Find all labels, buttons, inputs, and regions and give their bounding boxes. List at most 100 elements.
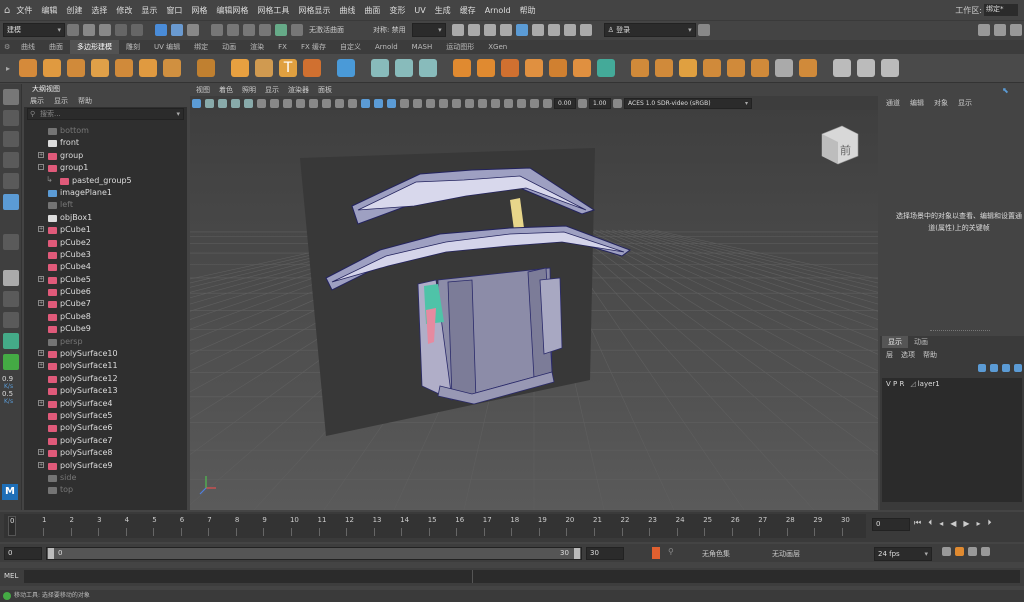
- gamma-field[interactable]: 1.00: [589, 97, 611, 109]
- channel-box-toggle-icon[interactable]: ⬉: [1002, 86, 1009, 95]
- menu-item[interactable]: 生成: [435, 5, 451, 16]
- expand-toggle-icon[interactable]: +: [38, 461, 44, 468]
- view-transform-icon[interactable]: [613, 98, 622, 108]
- menu-item[interactable]: 显示: [141, 5, 157, 16]
- menu-item[interactable]: 网格工具: [257, 5, 289, 16]
- workspace-dropdown[interactable]: 绑定*: [984, 4, 1018, 16]
- shelf-tab[interactable]: 雕刻: [119, 40, 147, 54]
- character-set-dropdown[interactable]: 无角色集: [692, 547, 762, 560]
- outliner-item[interactable]: imagePlane1: [24, 188, 184, 200]
- two-d-pan-icon[interactable]: [244, 98, 253, 108]
- viewport-menu-item[interactable]: 面板: [318, 85, 332, 95]
- menu-item[interactable]: 网格显示: [298, 5, 330, 16]
- mirror-icon[interactable]: [549, 59, 567, 77]
- expand-toggle-icon[interactable]: +: [38, 362, 44, 369]
- outliner-item[interactable]: persp: [24, 337, 184, 349]
- layer-editor-tab[interactable]: 动画: [908, 336, 934, 348]
- sound-icon[interactable]: [968, 547, 977, 556]
- layer-editor-menu-item[interactable]: 帮助: [923, 350, 937, 360]
- snap-point-icon[interactable]: [243, 24, 255, 36]
- expand-toggle-icon[interactable]: +: [38, 226, 44, 233]
- save-scene-icon[interactable]: [99, 24, 111, 36]
- xray-joints-icon[interactable]: [517, 98, 526, 108]
- shelf-tab[interactable]: 曲线: [14, 40, 42, 54]
- render-setup-icon[interactable]: [547, 24, 560, 36]
- panel-divider[interactable]: [930, 330, 990, 332]
- grid-toggle-icon[interactable]: [270, 98, 279, 108]
- outliner-item[interactable]: + pCube1: [24, 225, 184, 237]
- outliner-menu-item[interactable]: 展示: [30, 95, 44, 107]
- live-surface-field[interactable]: 无激活曲面: [309, 25, 363, 35]
- expand-toggle-icon[interactable]: +: [38, 449, 44, 456]
- outliner-item[interactable]: polySurface12: [24, 374, 184, 386]
- layout-two-view-icon[interactable]: [3, 291, 19, 307]
- outliner-item[interactable]: + polySurface10: [24, 349, 184, 361]
- range-slider-start-handle[interactable]: [48, 548, 54, 559]
- isolate-select-icon[interactable]: [491, 98, 500, 108]
- exposure-icon[interactable]: [543, 98, 552, 108]
- step-forward-key-icon[interactable]: ⏵: [988, 518, 992, 528]
- outliner-search-input[interactable]: ⚲ 搜索... ▾: [27, 108, 184, 120]
- anti-aliasing-icon[interactable]: [465, 98, 474, 108]
- menu-item[interactable]: 创建: [66, 5, 82, 16]
- snap-plane-icon[interactable]: [259, 24, 271, 36]
- expand-toggle-icon[interactable]: +: [38, 350, 44, 357]
- move-tool-icon[interactable]: [3, 152, 19, 168]
- shelf-tab[interactable]: UV 编辑: [147, 40, 187, 54]
- grid-icon[interactable]: [337, 59, 355, 77]
- sweep-mesh-icon[interactable]: [255, 59, 273, 77]
- lights-icon[interactable]: [413, 98, 422, 108]
- outliner-item[interactable]: + pCube5: [24, 275, 184, 287]
- center-pivot-icon[interactable]: [857, 59, 875, 77]
- outliner-item[interactable]: top: [24, 485, 184, 497]
- shelf-tab[interactable]: 绑定: [187, 40, 215, 54]
- single-view-icon[interactable]: [3, 234, 19, 250]
- shelf-menu-icon[interactable]: ▸: [6, 64, 16, 73]
- outliner-item[interactable]: objBox1: [24, 213, 184, 225]
- shelf-tab[interactable]: MASH: [405, 40, 440, 54]
- redo-icon[interactable]: [131, 24, 143, 36]
- type-tool-icon[interactable]: T: [279, 59, 297, 77]
- menu-item[interactable]: 帮助: [520, 5, 536, 16]
- wireframe-icon[interactable]: [361, 98, 370, 108]
- move-layer-down-icon[interactable]: [990, 364, 998, 372]
- outliner-menu-item[interactable]: 显示: [54, 95, 68, 107]
- counter-icon[interactable]: [419, 59, 437, 77]
- paint-select-icon[interactable]: [3, 131, 19, 147]
- cache-playback-icon[interactable]: [955, 547, 964, 556]
- outliner-item[interactable]: + pCube7: [24, 299, 184, 311]
- expand-toggle-icon[interactable]: -: [38, 164, 44, 171]
- render-view-icon[interactable]: [451, 24, 464, 36]
- loop-icon[interactable]: [942, 547, 951, 556]
- freeze-transform-icon[interactable]: [833, 59, 851, 77]
- shelf-tab[interactable]: 多边形建模: [70, 40, 119, 54]
- viewport-menu-item[interactable]: 渲染器: [288, 85, 309, 95]
- viewport-menu-item[interactable]: 照明: [242, 85, 256, 95]
- menu-item[interactable]: Arnold: [485, 6, 511, 15]
- mel-input[interactable]: [24, 570, 1020, 583]
- layout-four-view-icon[interactable]: [3, 270, 19, 286]
- undo-icon[interactable]: [115, 24, 127, 36]
- paint-effects-icon[interactable]: [3, 333, 19, 349]
- outliner-item[interactable]: pCube9: [24, 324, 184, 336]
- symmetry-field[interactable]: 对称: 禁用: [373, 25, 406, 35]
- layer-editor-menu-item[interactable]: 层: [886, 350, 893, 360]
- layer-row[interactable]: V P R ◿ layer1: [882, 378, 1022, 390]
- poly-cube-icon[interactable]: [43, 59, 61, 77]
- outliner-item[interactable]: + group: [24, 151, 184, 163]
- resolution-gate-icon[interactable]: [296, 98, 305, 108]
- outliner-item[interactable]: + polySurface11: [24, 361, 184, 373]
- menu-item[interactable]: 变形: [389, 5, 405, 16]
- animation-start-field[interactable]: 0: [4, 547, 42, 560]
- poly-cone-icon[interactable]: [91, 59, 109, 77]
- fps-dropdown[interactable]: 24 fps ▾: [874, 547, 932, 561]
- menu-item[interactable]: 编辑网格: [216, 5, 248, 16]
- channel-box-menu-item[interactable]: 显示: [958, 98, 972, 108]
- smooth-shade-icon[interactable]: [374, 98, 383, 108]
- merge-icon[interactable]: [597, 59, 615, 77]
- anim-prefs-icon[interactable]: [981, 547, 990, 556]
- gamma-icon[interactable]: [578, 98, 587, 108]
- view-cube[interactable]: 前: [821, 125, 859, 165]
- ambient-occlusion-icon[interactable]: [439, 98, 448, 108]
- outliner-item[interactable]: pCube2: [24, 238, 184, 250]
